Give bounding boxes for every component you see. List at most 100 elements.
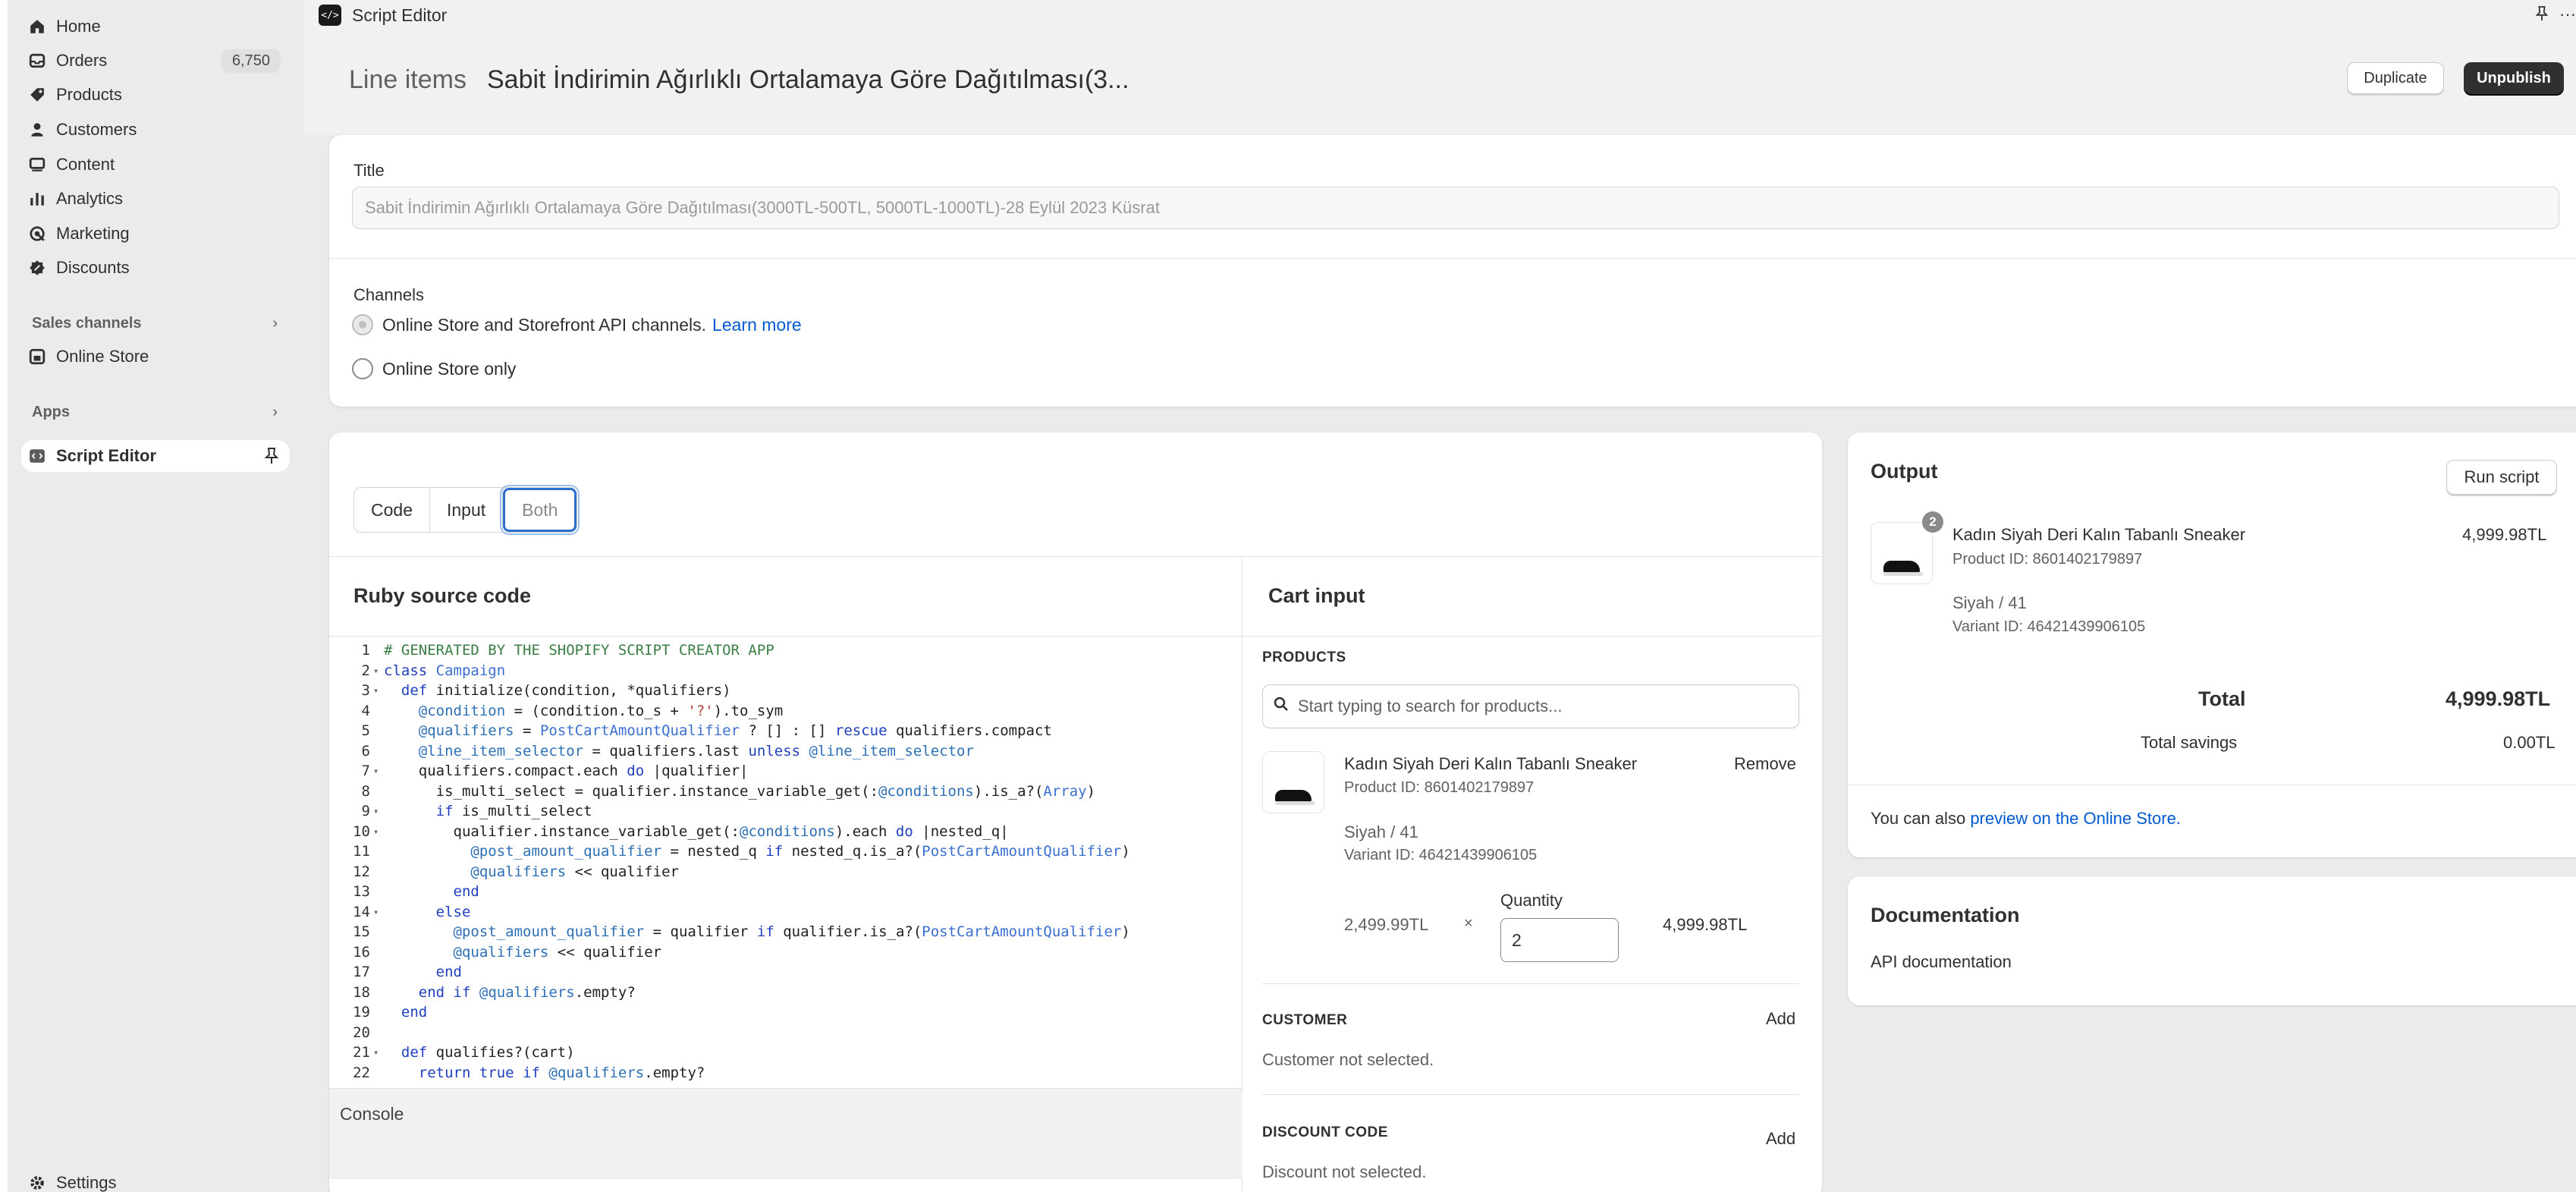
code-line[interactable]: 7 ▾ qualifiers.compact.each do |qualifier… bbox=[329, 761, 1239, 782]
pin-icon[interactable] bbox=[264, 447, 279, 470]
products-label: PRODUCTS bbox=[1262, 649, 1346, 665]
code-line[interactable]: 3 ▾ def initialize(condition, *qualifiers… bbox=[329, 681, 1239, 701]
app-title-bar: </> Script Editor ··· bbox=[303, 0, 2576, 30]
breadcrumb[interactable]: Line items bbox=[349, 65, 467, 95]
discount-code-label: DISCOUNT CODE bbox=[1262, 1124, 1388, 1140]
fold-toggle-icon[interactable]: ▾ bbox=[373, 665, 384, 676]
code-line[interactable]: 2 ▾ class Campaign bbox=[329, 661, 1239, 681]
code-text: end bbox=[435, 964, 462, 981]
code-line[interactable]: 15 @post_amount_qualifier = qualifier if… bbox=[329, 922, 1239, 942]
code-line[interactable]: 1 # GENERATED BY THE SHOPIFY SCRIPT CREAT… bbox=[329, 640, 1239, 661]
quantity-count-badge: 2 bbox=[1922, 511, 1943, 533]
code-line[interactable]: 20 bbox=[329, 1023, 1239, 1043]
fold-toggle-icon[interactable]: ▾ bbox=[373, 766, 384, 776]
tab-both[interactable]: Both bbox=[500, 485, 580, 535]
line-number: 22 bbox=[353, 1064, 370, 1081]
orders-count-badge: 6,750 bbox=[221, 49, 281, 73]
code-line[interactable]: 18 end if @qualifiers.empty? bbox=[329, 983, 1239, 1003]
tab-input[interactable]: Input bbox=[429, 488, 504, 532]
sidebar-item-analytics[interactable]: Analytics bbox=[21, 183, 290, 215]
fold-toggle-icon[interactable]: ▾ bbox=[373, 1047, 384, 1058]
preview-link[interactable]: preview on the Online Store. bbox=[1970, 809, 2181, 828]
duplicate-button[interactable]: Duplicate bbox=[2347, 62, 2444, 94]
total-value: 4,999.98TL bbox=[2446, 687, 2551, 710]
customer-label: CUSTOMER bbox=[1262, 1012, 1348, 1028]
code-line[interactable]: 11 @post_amount_qualifier = nested_q if … bbox=[329, 841, 1239, 862]
channel-option-online-store-and-api[interactable]: Online Store and Storefront API channels… bbox=[352, 314, 802, 335]
remove-link[interactable]: Remove bbox=[1734, 754, 1796, 774]
code-text: @qualifiers << qualifier bbox=[453, 943, 662, 961]
code-editor[interactable]: 1 # GENERATED BY THE SHOPIFY SCRIPT CREAT… bbox=[329, 640, 1239, 1090]
code-line[interactable]: 10 ▾ qualifier.instance_variable_get(:@co… bbox=[329, 822, 1239, 842]
sidebar-item-label: Orders bbox=[56, 51, 108, 70]
quantity-input[interactable]: 2 bbox=[1500, 918, 1619, 962]
pin-icon[interactable] bbox=[2535, 5, 2549, 27]
add-customer-link[interactable]: Add bbox=[1766, 1009, 1795, 1029]
product-id: Product ID: 8601402179897 bbox=[1344, 779, 1535, 796]
code-line[interactable]: 8 is_multi_select = qualifier.instance_v… bbox=[329, 782, 1239, 802]
code-line[interactable]: 9 ▾ if is_multi_select bbox=[329, 801, 1239, 822]
learn-more-link[interactable]: Learn more bbox=[712, 315, 802, 335]
add-discount-link[interactable]: Add bbox=[1766, 1129, 1795, 1149]
fold-toggle-icon[interactable]: ▾ bbox=[373, 685, 384, 696]
sidebar-item-content[interactable]: Content bbox=[21, 149, 290, 181]
tab-code[interactable]: Code bbox=[354, 488, 430, 532]
title-field[interactable]: Sabit İndirimin Ağırlıklı Ortalamaya Gör… bbox=[352, 187, 2559, 229]
code-line[interactable]: 17 end bbox=[329, 962, 1239, 983]
code-text: class Campaign bbox=[384, 662, 506, 679]
unpublish-button[interactable]: Unpublish bbox=[2464, 62, 2564, 94]
radio-button[interactable] bbox=[352, 358, 373, 379]
sidebar-item-online-store[interactable]: Online Store bbox=[21, 341, 290, 373]
code-line[interactable]: 13 end bbox=[329, 882, 1239, 902]
sidebar-item-marketing[interactable]: Marketing bbox=[21, 218, 290, 250]
sidebar-item-discounts[interactable]: Discounts bbox=[21, 252, 290, 284]
code-text: end if @qualifiers.empty? bbox=[418, 983, 636, 1001]
product-name-link[interactable]: Kadın Siyah Deri Kalın Tabanlı Sneaker bbox=[1344, 754, 1637, 774]
channel-option-online-store-only[interactable]: Online Store only bbox=[352, 358, 516, 379]
fold-toggle-icon[interactable]: ▾ bbox=[373, 907, 384, 917]
code-line[interactable]: 4 @condition = (condition.to_s + '?').to… bbox=[329, 701, 1239, 722]
output-product-id: Product ID: 8601402179897 bbox=[1952, 551, 2143, 568]
divider bbox=[1262, 1094, 1799, 1095]
code-line[interactable]: 6 @line_item_selector = qualifiers.last … bbox=[329, 741, 1239, 762]
code-text: @line_item_selector = qualifiers.last un… bbox=[418, 742, 974, 760]
code-line[interactable]: 5 @qualifiers = PostCartAmountQualifier … bbox=[329, 721, 1239, 741]
apps-header[interactable]: Apps › bbox=[32, 400, 290, 424]
product-search-input[interactable]: Start typing to search for products... bbox=[1262, 684, 1799, 728]
sidebar-item-settings[interactable]: Settings bbox=[21, 1167, 290, 1192]
sidebar-item-products[interactable]: Products bbox=[21, 79, 290, 111]
api-documentation-link[interactable]: API documentation bbox=[1871, 952, 2012, 972]
code-line[interactable]: 19 end bbox=[329, 1002, 1239, 1023]
run-script-button[interactable]: Run script bbox=[2446, 460, 2557, 495]
console-panel[interactable]: Console bbox=[329, 1088, 1242, 1179]
code-line[interactable]: 14 ▾ else bbox=[329, 902, 1239, 923]
sidebar-item-orders[interactable]: Orders 6,750 bbox=[21, 45, 290, 77]
sneaker-image bbox=[1883, 561, 1923, 576]
code-text: def qualifies?(cart) bbox=[401, 1044, 575, 1061]
radio-button[interactable] bbox=[352, 314, 373, 335]
output-title: Output bbox=[1871, 460, 1938, 483]
fold-toggle-icon[interactable]: ▾ bbox=[373, 826, 384, 837]
sidebar-item-home[interactable]: Home bbox=[21, 11, 290, 42]
line-total: 4,999.98TL bbox=[1663, 915, 1748, 934]
orders-icon bbox=[21, 52, 53, 69]
code-text: is_multi_select = qualifier.instance_var… bbox=[384, 782, 1096, 800]
sidebar-item-label: Home bbox=[56, 17, 101, 36]
sales-channels-header[interactable]: Sales channels › bbox=[32, 311, 290, 335]
code-text: qualifiers.compact.each do |qualifier| bbox=[384, 763, 749, 780]
code-text: end bbox=[401, 1004, 428, 1021]
code-line[interactable]: 22 return true if @qualifiers.empty? bbox=[329, 1063, 1239, 1083]
fold-toggle-icon[interactable]: ▾ bbox=[373, 806, 384, 816]
line-number: 16 bbox=[353, 943, 370, 961]
sidebar-item-script-editor[interactable]: Script Editor bbox=[21, 440, 290, 472]
code-line[interactable]: 16 @qualifiers << qualifier bbox=[329, 942, 1239, 963]
sidebar-item-customers[interactable]: Customers bbox=[21, 114, 290, 146]
code-line[interactable]: 21 ▾ def qualifies?(cart) bbox=[329, 1043, 1239, 1063]
view-toggle: Code Input Both bbox=[353, 485, 580, 535]
output-product-name-link[interactable]: Kadın Siyah Deri Kalın Tabanlı Sneaker bbox=[1952, 525, 2245, 545]
code-text: def initialize(condition, *qualifiers) bbox=[401, 682, 731, 700]
sidebar-item-label: Script Editor bbox=[56, 446, 157, 465]
code-line[interactable]: 12 @qualifiers << qualifier bbox=[329, 862, 1239, 882]
code-text: if is_multi_select bbox=[435, 803, 592, 820]
more-options-icon[interactable]: ··· bbox=[2559, 5, 2576, 27]
